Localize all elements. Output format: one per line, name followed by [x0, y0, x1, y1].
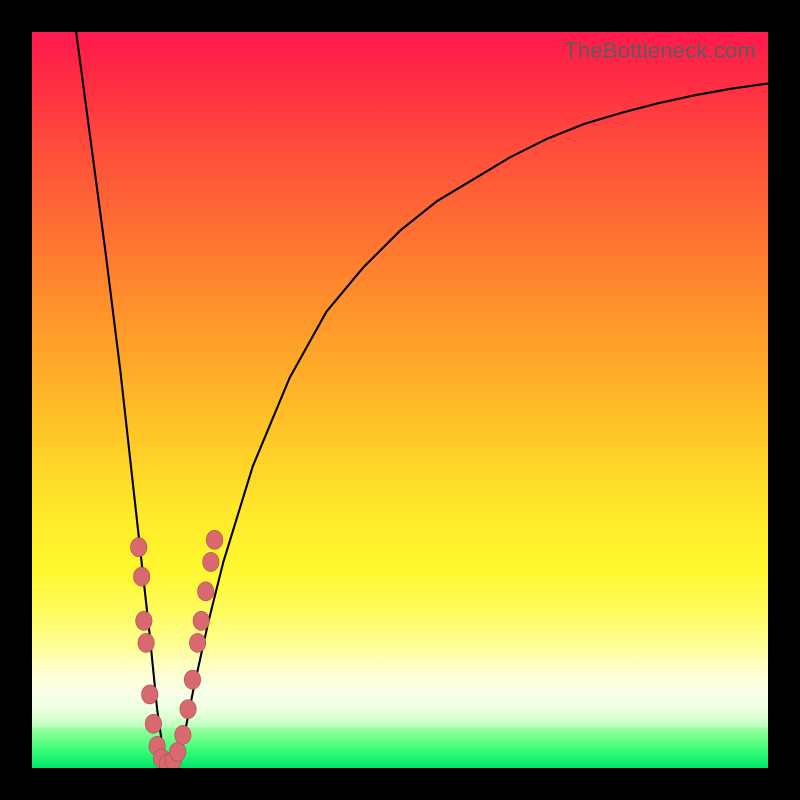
data-marker [193, 611, 209, 630]
data-marker [206, 530, 222, 549]
data-marker [170, 742, 186, 761]
data-marker [136, 611, 152, 630]
data-marker [131, 538, 147, 557]
data-marker [184, 670, 200, 689]
data-markers-group [131, 530, 223, 768]
data-marker [175, 725, 191, 744]
curve-svg [32, 32, 768, 768]
data-marker [133, 567, 149, 586]
data-marker [145, 714, 161, 733]
outer-frame: TheBottleneck.com [0, 0, 800, 800]
data-marker [189, 633, 205, 652]
data-marker [142, 685, 158, 704]
plot-area: TheBottleneck.com [32, 32, 768, 768]
data-marker [180, 700, 196, 719]
data-marker [138, 633, 154, 652]
data-marker [198, 582, 214, 601]
bottleneck-curve [76, 32, 768, 764]
data-marker [203, 552, 219, 571]
